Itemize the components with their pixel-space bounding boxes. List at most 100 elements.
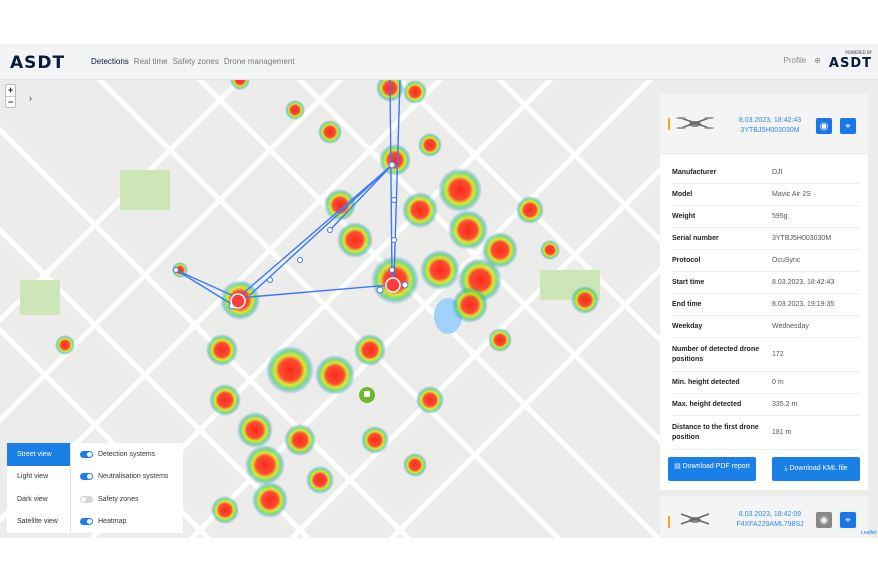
detail-key: Weight (672, 212, 696, 220)
nav-right: Profile ⊕ POWERED BY ASDT (784, 50, 872, 71)
crosshair-icon: ⌖ (845, 120, 851, 132)
zoom-in-button[interactable]: + (6, 85, 15, 96)
detail-key: Serial number (672, 234, 719, 242)
toggle-switch[interactable] (80, 473, 93, 481)
detail-value: 8.03.2023, 19:19:35 (772, 301, 835, 308)
detail-value: 3YTBJ5H003030M (772, 235, 832, 242)
asdt-logo[interactable]: ASDT (10, 53, 65, 73)
detail-value: OcuSync (772, 257, 801, 264)
download-pdf-button[interactable]: ▤ Download PDF report (668, 457, 756, 481)
toggle-label: Safety zones (98, 495, 139, 503)
brand-label: ASDT (828, 56, 872, 71)
download-buttons: ▤ Download PDF report ⤓ Download KML fil… (668, 457, 860, 481)
crosshair-icon: ⌖ (845, 514, 851, 526)
expand-panel-button[interactable]: › (29, 93, 32, 103)
file-icon: ▤ (674, 463, 683, 470)
map-layer-controls: Street view Light view Dark view Satelli… (7, 443, 183, 533)
toggle-detection-systems[interactable]: Detection systems (71, 443, 183, 466)
view-button[interactable]: ◉ (816, 512, 832, 528)
detection-datetime: 8.03.2023, 18:42:09 (738, 511, 802, 518)
detail-value: 181 m (772, 429, 792, 436)
detection-item-2[interactable]: 8.03.2023, 18:42:09 F4XFA229AML798SJ ◉ ⌖ (660, 496, 868, 538)
leaflet-attribution[interactable]: Leaflet (861, 530, 876, 536)
download-pdf-label: Download PDF report (682, 463, 750, 470)
detail-key: Manufacturer (672, 168, 717, 176)
detail-row: Start time 8.03.2023, 18:42:43 (672, 272, 860, 294)
view-button[interactable]: ◉ (816, 118, 832, 134)
detail-row: Max. height detected 335.2 m (672, 394, 860, 416)
toggle-safety-zones[interactable]: Safety zones (71, 488, 183, 511)
nav-real-time[interactable]: Real time (134, 57, 168, 66)
detail-row: Weight 595g (672, 206, 860, 228)
top-navigation: ASDT Detections Real time Safety zones D… (0, 44, 878, 80)
detection-header[interactable]: 8.03.2023, 18:42:43 3YTBJ5H003030M ◉ ⌖ (660, 94, 868, 154)
zoom-control: + − (5, 84, 16, 108)
profile-link[interactable]: Profile (784, 56, 807, 65)
light-view-option[interactable]: Light view (7, 466, 70, 489)
zoom-out-button[interactable]: − (6, 96, 15, 107)
status-indicator (668, 516, 670, 528)
toggle-switch[interactable] (80, 450, 93, 458)
detail-value: DJI (772, 169, 783, 176)
toggle-switch[interactable] (80, 495, 93, 503)
detection-summary: 8.03.2023, 18:42:43 3YTBJ5H003030M (732, 116, 808, 136)
nav-safety-zones[interactable]: Safety zones (173, 57, 219, 66)
detail-value: 595g (772, 213, 788, 220)
detail-row: Weekday Wednesday (672, 316, 860, 338)
detail-row: Min. height detected 0 m (672, 372, 860, 394)
detection-serial: 3YTBJ5H003030M (740, 127, 800, 134)
locate-button[interactable]: ⌖ (840, 118, 856, 134)
detail-key: Weekday (672, 322, 703, 330)
detail-row: End time 8.03.2023, 19:19:35 (672, 294, 860, 316)
toggle-label: Heatmap (98, 518, 127, 526)
detail-key: Protocol (672, 256, 701, 264)
detail-value: 335.2 m (772, 401, 798, 408)
detail-key: Min. height detected (672, 378, 740, 386)
powered-by-logo: POWERED BY ASDT (829, 50, 872, 71)
satellite-view-option[interactable]: Satellite view (7, 511, 70, 534)
detection-datetime: 8.03.2023, 18:42:43 (738, 117, 802, 124)
detail-row: Protocol OcuSync (672, 250, 860, 272)
detection-details-table: Manufacturer DJI Model Mavic Air 2S Weight… (672, 162, 860, 450)
detail-key: Max. height detected (672, 400, 742, 408)
download-kml-button[interactable]: ⤓ Download KML file (772, 457, 860, 481)
detail-key: Start time (672, 278, 705, 286)
detail-value: 8.03.2023, 18:42:43 (772, 279, 835, 286)
nav-drone-management[interactable]: Drone management (224, 57, 295, 66)
eye-icon: ◉ (819, 120, 829, 132)
toggle-heatmap[interactable]: Heatmap (71, 511, 183, 534)
map-view-selector: Street view Light view Dark view Satelli… (7, 443, 71, 533)
detail-value: 0 m (772, 379, 784, 386)
toggle-label: Detection systems (98, 450, 156, 458)
detail-row: Model Mavic Air 2S (672, 184, 860, 206)
detection-serial: F4XFA229AML798SJ (736, 521, 804, 528)
detail-key: Number of detected drone positions (672, 345, 760, 363)
detection-detail-panel: 8.03.2023, 18:42:43 3YTBJ5H003030M ◉ ⌖ M… (660, 94, 868, 490)
globe-icon[interactable]: ⊕ (814, 56, 821, 65)
locate-button[interactable]: ⌖ (840, 512, 856, 528)
download-kml-label: Download KML file (789, 465, 848, 472)
drone-icon (676, 117, 714, 129)
detail-key: End time (672, 300, 702, 308)
detail-value: Mavic Air 2S (772, 191, 811, 198)
detail-key: Model (672, 190, 693, 198)
toggle-switch[interactable] (80, 518, 93, 526)
detail-row: Manufacturer DJI (672, 162, 860, 184)
nav-links: Detections Real time Safety zones Drone … (91, 57, 295, 66)
detail-row: Serial number 3YTBJ5H003030M (672, 228, 860, 250)
detection-summary: 8.03.2023, 18:42:09 F4XFA229AML798SJ (732, 510, 808, 530)
toggle-neutralisation-systems[interactable]: Neutralisation systems (71, 466, 183, 489)
eye-icon: ◉ (819, 514, 829, 526)
layer-toggles: Detection systems Neutralisation systems… (71, 443, 183, 533)
detail-value: 172 (772, 351, 784, 358)
detail-value: Wednesday (772, 323, 809, 330)
street-view-option[interactable]: Street view (7, 443, 70, 466)
toggle-label: Neutralisation systems (98, 473, 169, 481)
dark-view-option[interactable]: Dark view (7, 488, 70, 511)
detail-row: Distance to the first drone position 181 … (672, 416, 860, 450)
neutralisation-marker (359, 387, 375, 403)
drone-icon (680, 513, 710, 525)
nav-detections[interactable]: Detections (91, 57, 129, 66)
powered-by-label: POWERED BY (845, 50, 872, 55)
detail-key: Distance to the first drone position (672, 423, 759, 441)
